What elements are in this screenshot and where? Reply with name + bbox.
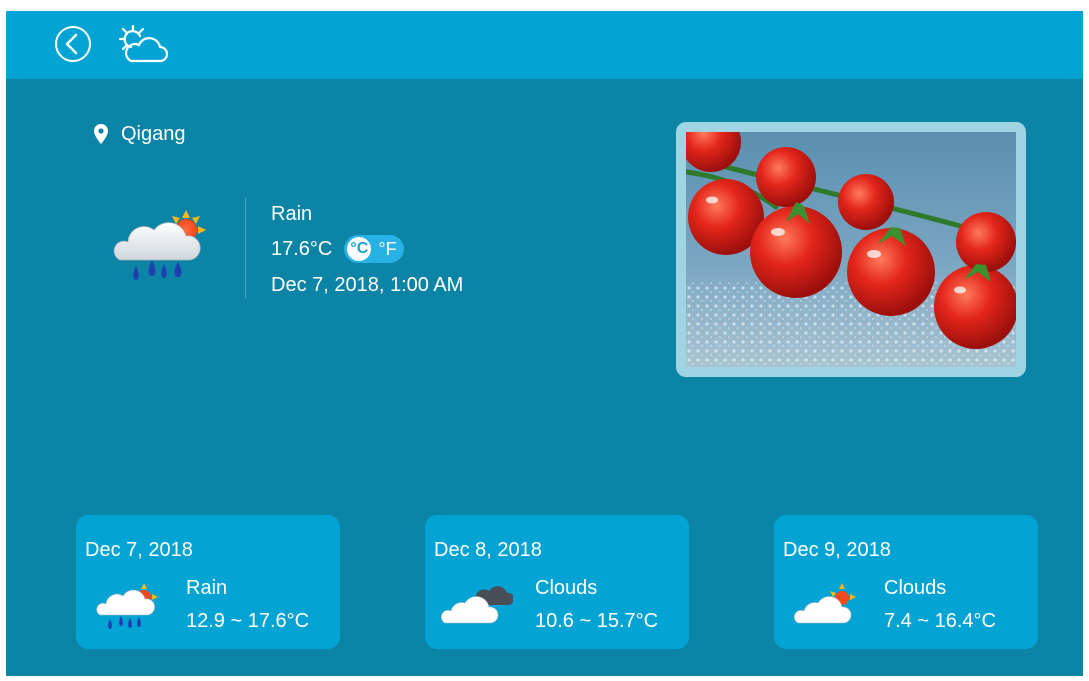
rain-cloud-sun-icon — [113, 210, 206, 280]
sun-cloud-outline-icon[interactable] — [114, 23, 170, 67]
unit-fahrenheit-option[interactable]: °F — [378, 239, 396, 260]
unit-toggle[interactable]: °C °F — [344, 235, 404, 263]
current-temperature: 17.6°C — [271, 237, 333, 260]
forecast-date: Dec 9, 2018 — [783, 539, 891, 561]
photo-frame — [676, 122, 1026, 377]
current-temperature-row: 17.6°C °C °F — [271, 235, 404, 263]
forecast-card-3: Dec 9, 2018 Clouds 7.4 ~ 16.4°C — [774, 515, 1038, 649]
forecast-condition: Clouds — [535, 577, 598, 599]
location-pin-icon — [94, 124, 108, 144]
rain-cloud-sun-icon — [96, 583, 158, 629]
weather-app: Qigang Rain 17.6°C °C °F Dec 7, 2018, 1:… — [6, 11, 1083, 676]
forecast-condition: Rain — [186, 577, 228, 599]
forecast-date: Dec 8, 2018 — [434, 539, 542, 561]
current-datetime: Dec 7, 2018, 1:00 AM — [271, 274, 464, 296]
forecast-condition: Clouds — [884, 577, 947, 599]
forecast-temp-range: 10.6 ~ 15.7°C — [535, 610, 659, 632]
top-bar — [6, 11, 1083, 79]
cloud-sun-icon — [794, 583, 856, 624]
current-location: Qigang — [93, 122, 186, 146]
location-name: Qigang — [121, 122, 186, 145]
forecast-date: Dec 7, 2018 — [85, 539, 193, 561]
tomatoes-photo — [686, 132, 1016, 367]
current-condition: Rain — [271, 203, 313, 225]
forecast-card-1: Dec 7, 2018 Rain 12.9 ~ 17.6°C — [76, 515, 340, 649]
forecast-card-2: Dec 8, 2018 Clouds 10.6 ~ 15.7°C — [425, 515, 689, 649]
back-icon[interactable] — [53, 24, 93, 64]
unit-celsius-option[interactable]: °C — [347, 237, 372, 261]
forecast-temp-range: 12.9 ~ 17.6°C — [186, 610, 310, 632]
clouds-icon — [441, 586, 513, 624]
forecast-temp-range: 7.4 ~ 16.4°C — [884, 610, 996, 632]
vertical-divider — [245, 198, 246, 298]
